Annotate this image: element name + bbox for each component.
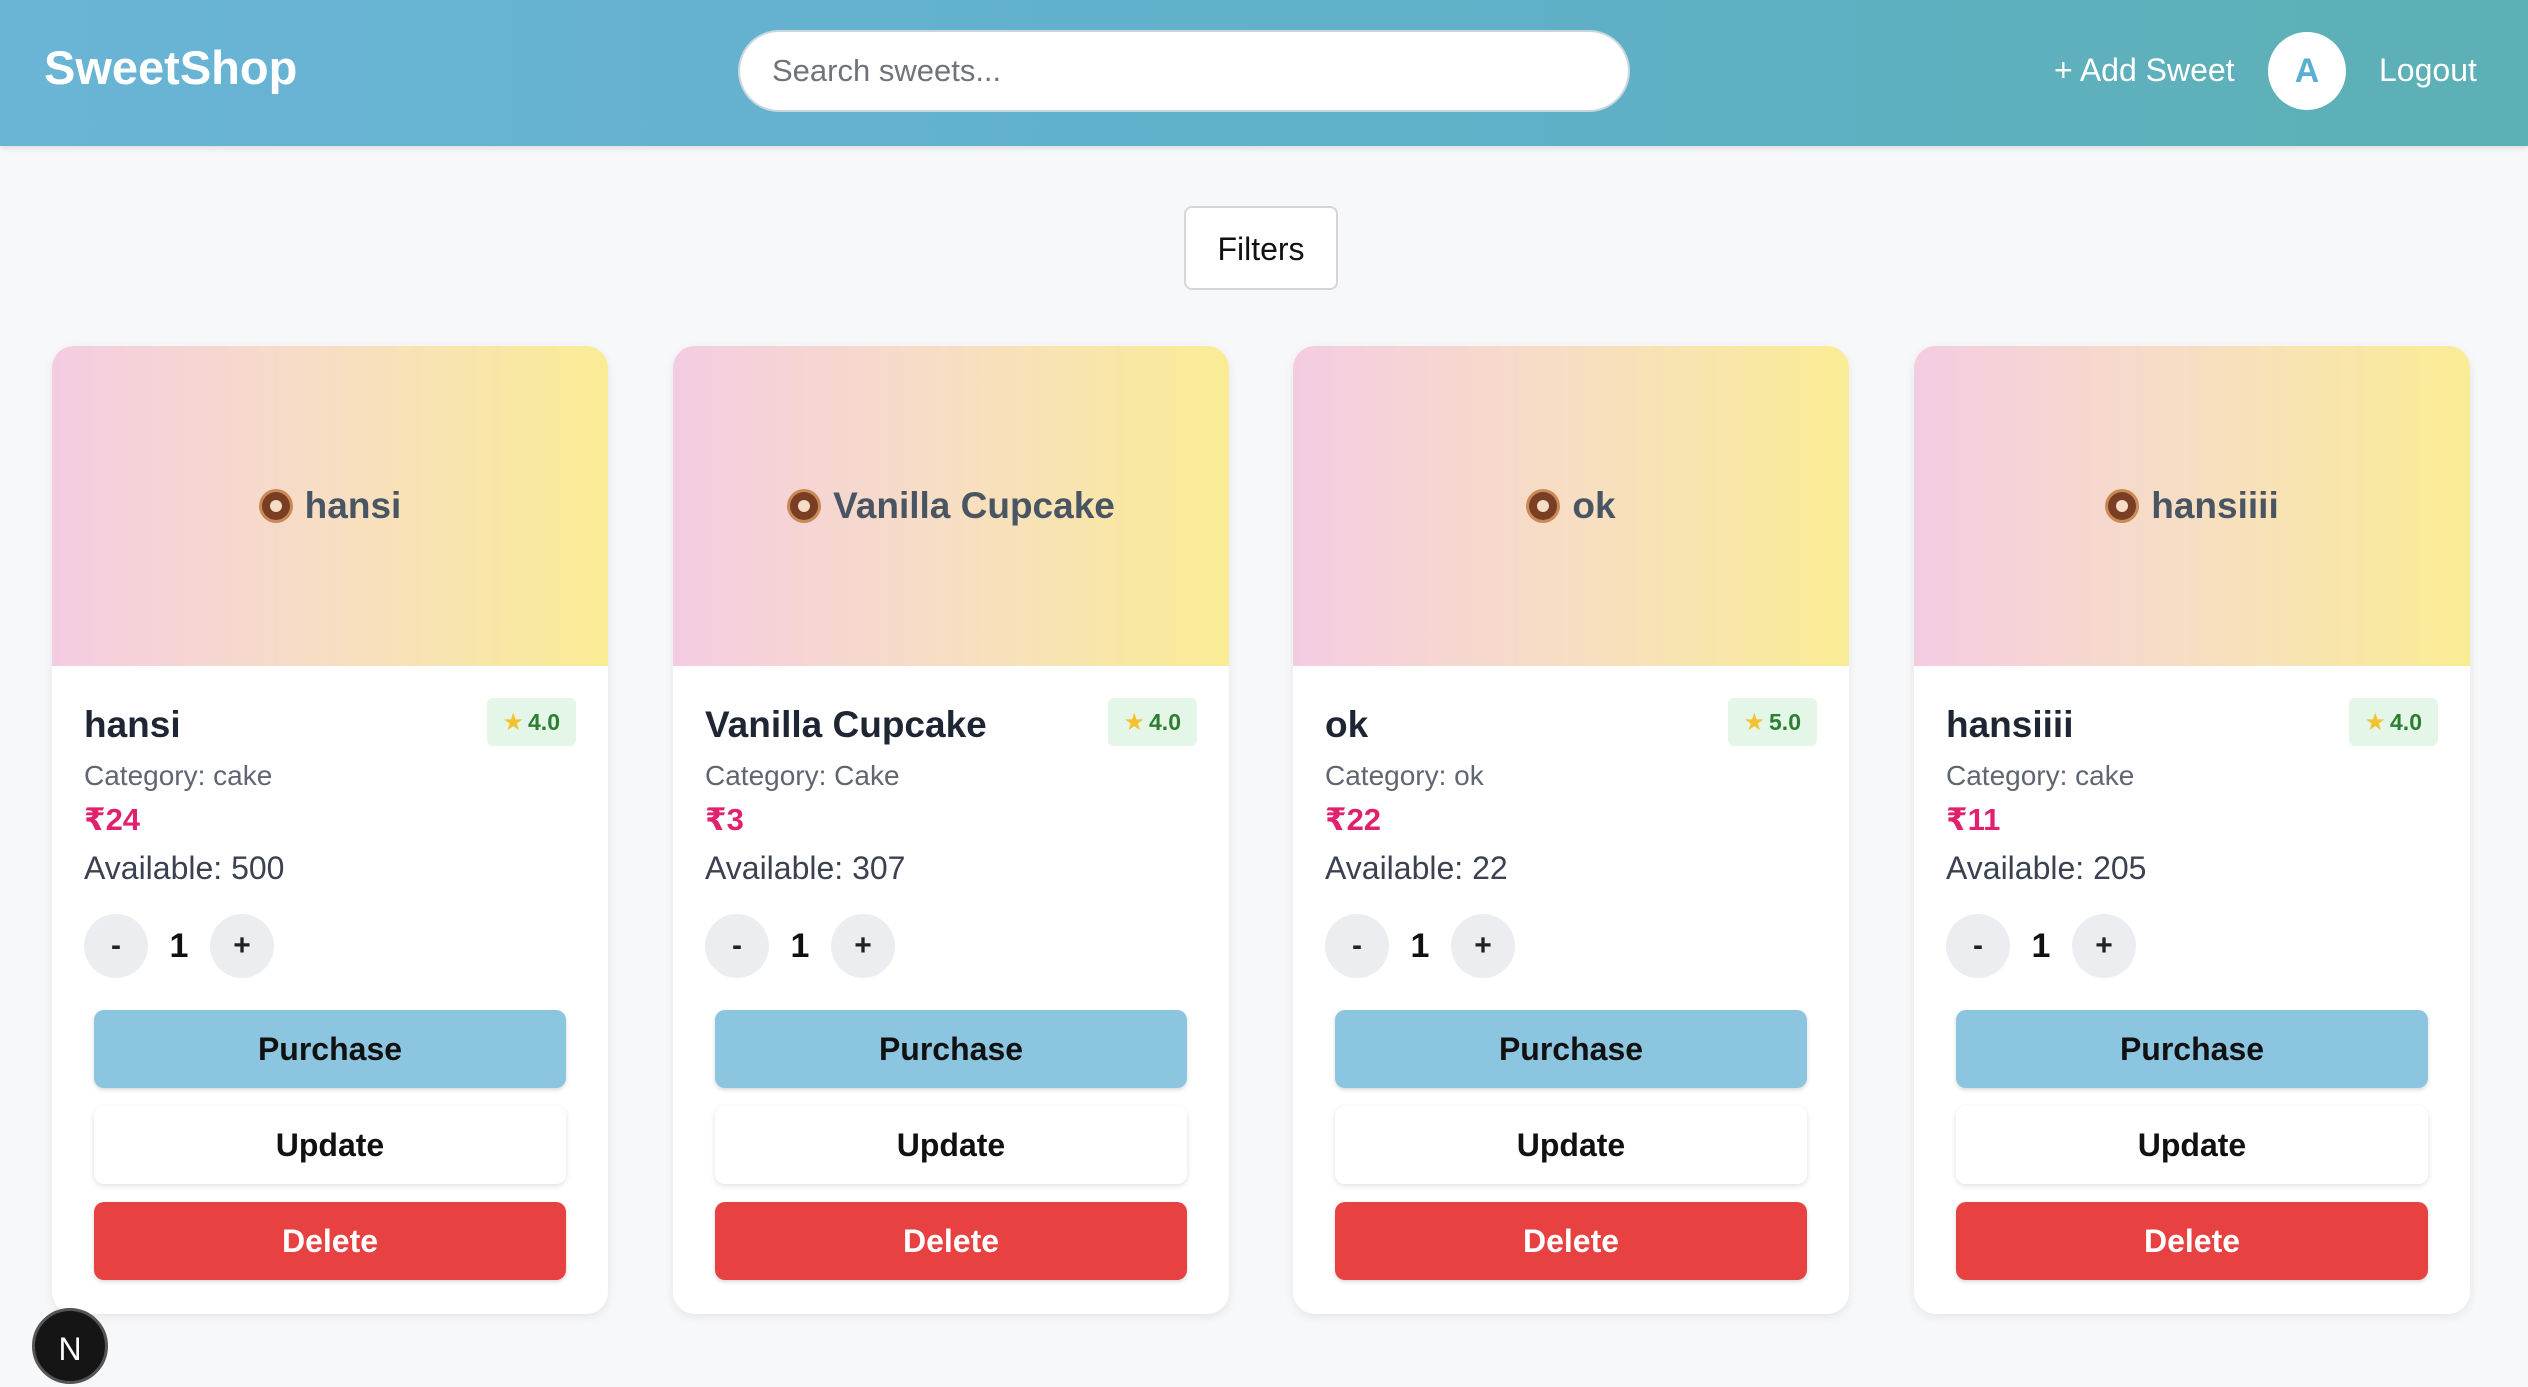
donut-icon <box>2105 489 2140 523</box>
delete-button[interactable]: Delete <box>1335 1202 1807 1280</box>
donut-icon <box>1526 489 1561 523</box>
sweet-image-banner: hansiiii <box>1914 346 2470 666</box>
sweet-price: ₹11 <box>1946 802 2001 837</box>
star-icon: ★ <box>1123 709 1146 736</box>
update-button[interactable]: Update <box>1956 1106 2428 1184</box>
sweet-availability: Available: 500 <box>84 850 285 886</box>
sweet-price: ₹24 <box>84 802 141 837</box>
rating-badge: ★ 4.0 <box>2348 698 2438 746</box>
quantity-decrement-button[interactable]: - <box>84 914 148 978</box>
sweet-availability: Available: 22 <box>1325 850 1508 886</box>
rating-value: 4.0 <box>1149 709 1181 735</box>
sweet-price: ₹3 <box>705 802 744 837</box>
banner-title: Vanilla Cupcake <box>833 485 1115 526</box>
rating-value: 4.0 <box>528 709 560 735</box>
donut-icon <box>787 489 822 523</box>
brand-logo[interactable]: SweetShop <box>44 40 297 95</box>
sweet-name: hansiiii <box>1946 704 2074 745</box>
sweet-card: Vanilla Cupcake Vanilla Cupcake ★ 4.0 Cat… <box>673 346 1229 1314</box>
banner-title: hansi <box>304 485 402 526</box>
star-icon: ★ <box>1743 709 1766 736</box>
update-button[interactable]: Update <box>94 1106 566 1184</box>
quantity-decrement-button[interactable]: - <box>705 914 769 978</box>
add-sweet-button[interactable]: + Add Sweet <box>2054 52 2235 89</box>
donut-icon <box>258 489 293 523</box>
quantity-value: 1 <box>1410 927 1430 965</box>
quantity-value: 1 <box>169 927 189 965</box>
purchase-button[interactable]: Purchase <box>94 1010 566 1088</box>
sweet-image-banner: Vanilla Cupcake <box>673 346 1229 666</box>
update-button[interactable]: Update <box>715 1106 1187 1184</box>
update-button[interactable]: Update <box>1335 1106 1807 1184</box>
purchase-button[interactable]: Purchase <box>1335 1010 1807 1088</box>
rating-badge: ★ 5.0 <box>1727 698 1817 746</box>
rating-badge: ★ 4.0 <box>1107 698 1197 746</box>
purchase-button[interactable]: Purchase <box>715 1010 1187 1088</box>
sweet-availability: Available: 205 <box>1946 850 2147 886</box>
star-icon: ★ <box>2364 709 2387 736</box>
rating-value: 5.0 <box>1769 709 1801 735</box>
sweet-name: ok <box>1325 704 1369 745</box>
banner-title: hansiiii <box>2151 485 2279 526</box>
quantity-decrement-button[interactable]: - <box>1325 914 1389 978</box>
sweet-name: Vanilla Cupcake <box>705 704 987 745</box>
quantity-increment-button[interactable]: + <box>2072 914 2136 978</box>
sweet-category: Category: cake <box>1946 760 2135 791</box>
sweet-price: ₹22 <box>1325 802 1382 837</box>
rating-badge: ★ 4.0 <box>486 698 576 746</box>
sweet-category: Category: cake <box>84 760 273 791</box>
avatar[interactable]: A <box>2268 32 2346 110</box>
nextjs-dev-indicator[interactable]: N <box>32 1308 108 1384</box>
sweet-name: hansi <box>84 704 181 745</box>
quantity-value: 1 <box>790 927 810 965</box>
rating-value: 4.0 <box>2390 709 2422 735</box>
quantity-increment-button[interactable]: + <box>831 914 895 978</box>
quantity-value: 1 <box>2031 927 2051 965</box>
purchase-button[interactable]: Purchase <box>1956 1010 2428 1088</box>
quantity-decrement-button[interactable]: - <box>1946 914 2010 978</box>
delete-button[interactable]: Delete <box>715 1202 1187 1280</box>
delete-button[interactable]: Delete <box>94 1202 566 1280</box>
sweet-image-banner: ok <box>1293 346 1849 666</box>
sweet-card: hansi hansi ★ 4.0 Category: cake ₹24 Avai… <box>52 346 608 1314</box>
filters-button[interactable]: Filters <box>1184 206 1338 290</box>
banner-title: ok <box>1572 485 1616 526</box>
sweet-card: ok ok ★ 5.0 Category: ok ₹22 Available: 2… <box>1293 346 1849 1314</box>
sweet-image-banner: hansi <box>52 346 608 666</box>
sweet-card: hansiiii hansiiii ★ 4.0 Category: cake ₹1… <box>1914 346 2470 1314</box>
top-navbar: SweetShop + Add Sweet A Logout <box>0 0 2528 146</box>
sweet-category: Category: Cake <box>705 760 900 791</box>
quantity-increment-button[interactable]: + <box>1451 914 1515 978</box>
quantity-increment-button[interactable]: + <box>210 914 274 978</box>
star-icon: ★ <box>502 709 525 736</box>
delete-button[interactable]: Delete <box>1956 1202 2428 1280</box>
logout-button[interactable]: Logout <box>2379 52 2477 89</box>
sweet-availability: Available: 307 <box>705 850 906 886</box>
search-input[interactable] <box>738 30 1630 112</box>
sweet-category: Category: ok <box>1325 760 1484 791</box>
